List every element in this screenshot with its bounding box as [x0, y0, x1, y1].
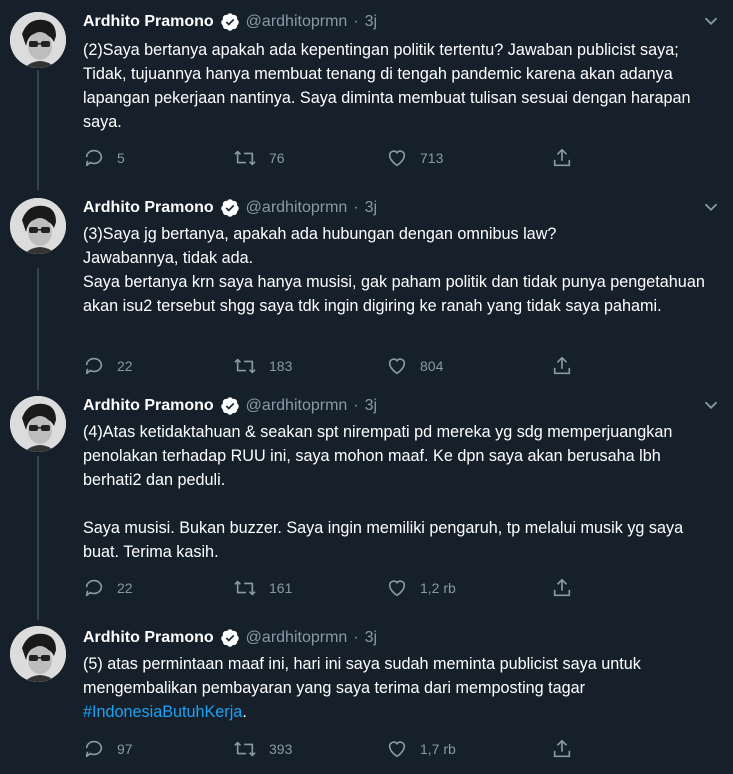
retweet-button[interactable]: 76: [233, 146, 285, 170]
tweet[interactable]: Ardhito Pramono @ardhitoprmn · 3j (2)Say…: [0, 0, 733, 190]
tweet[interactable]: Ardhito Pramono @ardhitoprmn · 3j (5) at…: [0, 620, 733, 774]
verified-icon: [220, 628, 240, 648]
reply-button[interactable]: 5: [83, 146, 125, 170]
like-button[interactable]: 804: [386, 354, 443, 378]
avatar[interactable]: [10, 396, 66, 452]
tweet-text-body: (5) atas permintaan maaf ini, hari ini s…: [83, 655, 641, 697]
verified-icon: [220, 198, 240, 218]
reply-icon: [85, 740, 103, 758]
more-icon[interactable]: [700, 394, 722, 416]
timestamp[interactable]: 3j: [365, 629, 377, 647]
share-button[interactable]: [551, 737, 585, 761]
separator-dot: ·: [353, 199, 359, 216]
like-button[interactable]: 1,2 rb: [386, 576, 456, 600]
like-count: 713: [420, 150, 444, 166]
tweet-header: Ardhito Pramono @ardhitoprmn · 3j: [83, 626, 377, 650]
retweet-button[interactable]: 161: [233, 576, 292, 600]
tweet-text: (3)Saya jg bertanya, apakah ada hubungan…: [83, 225, 705, 315]
retweet-icon: [234, 150, 256, 166]
tweet-header: Ardhito Pramono @ardhitoprmn · 3j: [83, 196, 377, 220]
retweet-button[interactable]: 183: [233, 354, 292, 378]
like-button[interactable]: 713: [386, 146, 443, 170]
separator-dot: ·: [353, 629, 359, 646]
reply-button[interactable]: 22: [83, 576, 133, 600]
like-icon: [388, 150, 406, 167]
separator-dot: ·: [353, 13, 359, 30]
more-icon[interactable]: [700, 10, 722, 32]
reply-count: 97: [117, 741, 133, 757]
retweet-count: 161: [269, 580, 293, 596]
display-name[interactable]: Ardhito Pramono: [83, 13, 214, 31]
share-button[interactable]: [551, 146, 585, 170]
handle[interactable]: @ardhitoprmn: [246, 629, 348, 647]
like-button[interactable]: 1,7 rb: [386, 737, 456, 761]
share-icon: [553, 356, 571, 375]
reply-icon: [85, 149, 103, 167]
avatar[interactable]: [10, 12, 66, 68]
verified-icon: [220, 12, 240, 32]
handle[interactable]: @ardhitoprmn: [246, 13, 348, 31]
display-name[interactable]: Ardhito Pramono: [83, 199, 214, 217]
tweet[interactable]: Ardhito Pramono @ardhitoprmn · 3j (4)Ata…: [0, 390, 733, 620]
tweet-actions: 97 393 1,7 rb: [83, 737, 583, 761]
tweet-actions: 22 183 804: [83, 354, 583, 378]
tweet-text: (2)Saya bertanya apakah ada kepentingan …: [83, 41, 691, 131]
like-count: 1,2 rb: [420, 580, 456, 596]
display-name[interactable]: Ardhito Pramono: [83, 629, 214, 647]
display-name[interactable]: Ardhito Pramono: [83, 397, 214, 415]
reply-count: 5: [117, 150, 125, 166]
tweet-text: (4)Atas ketidaktahuan & seakan spt nirem…: [83, 423, 684, 561]
retweet-count: 393: [269, 741, 293, 757]
share-icon: [553, 739, 571, 758]
tweet[interactable]: Ardhito Pramono @ardhitoprmn · 3j (3)Say…: [0, 190, 733, 390]
hashtag-link[interactable]: #IndonesiaButuhKerja: [83, 703, 242, 721]
timestamp[interactable]: 3j: [365, 13, 377, 31]
tweet-text-end: .: [242, 703, 247, 721]
tweet-text: (5) atas permintaan maaf ini, hari ini s…: [83, 652, 713, 724]
retweet-icon: [234, 580, 256, 596]
tweet-actions: 22 161 1,2 rb: [83, 576, 583, 600]
handle[interactable]: @ardhitoprmn: [246, 397, 348, 415]
share-button[interactable]: [551, 354, 585, 378]
like-icon: [388, 580, 406, 597]
reply-count: 22: [117, 580, 133, 596]
tweet-header: Ardhito Pramono @ardhitoprmn · 3j: [83, 394, 377, 418]
separator-dot: ·: [353, 397, 359, 414]
avatar[interactable]: [10, 198, 66, 254]
like-icon: [388, 741, 406, 758]
reply-button[interactable]: 97: [83, 737, 133, 761]
more-icon[interactable]: [700, 196, 722, 218]
reply-count: 22: [117, 358, 133, 374]
retweet-button[interactable]: 393: [233, 737, 292, 761]
retweet-count: 183: [269, 358, 293, 374]
share-icon: [553, 148, 571, 167]
verified-icon: [220, 396, 240, 416]
share-icon: [553, 578, 571, 597]
like-count: 1,7 rb: [420, 741, 456, 757]
reply-icon: [85, 579, 103, 597]
like-icon: [388, 358, 406, 375]
retweet-icon: [234, 741, 256, 757]
retweet-icon: [234, 358, 256, 374]
like-count: 804: [420, 358, 444, 374]
avatar[interactable]: [10, 626, 66, 682]
timestamp[interactable]: 3j: [365, 397, 377, 415]
tweet-actions: 5 76 713: [83, 146, 583, 170]
retweet-count: 76: [269, 150, 285, 166]
handle[interactable]: @ardhitoprmn: [246, 199, 348, 217]
reply-button[interactable]: 22: [83, 354, 133, 378]
timestamp[interactable]: 3j: [365, 199, 377, 217]
reply-icon: [85, 357, 103, 375]
tweet-header: Ardhito Pramono @ardhitoprmn · 3j: [83, 10, 377, 34]
share-button[interactable]: [551, 576, 585, 600]
